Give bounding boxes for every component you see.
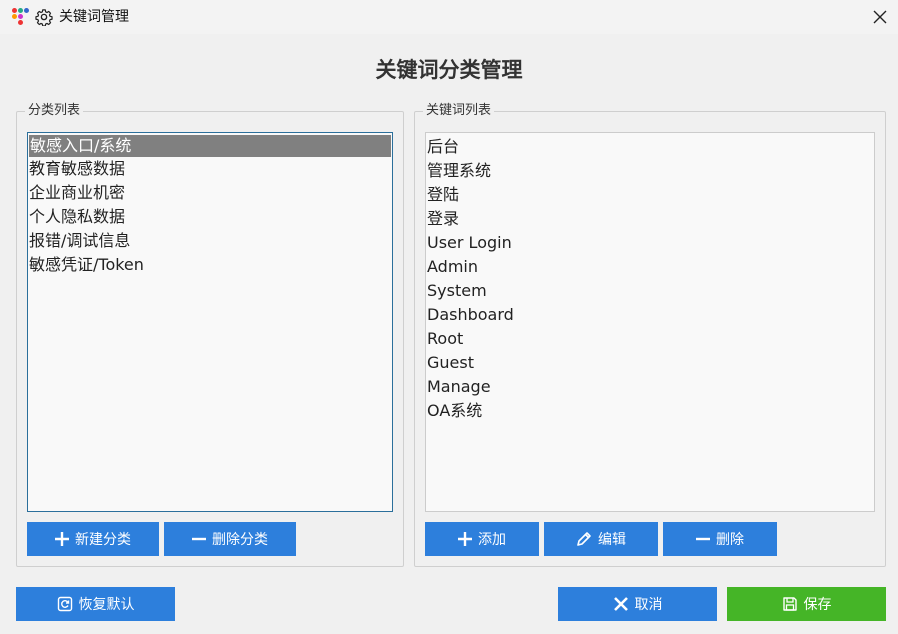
edit-keyword-label: 编辑 (598, 531, 626, 547)
keyword-list-item[interactable]: 后台 (426, 135, 874, 159)
delete-keyword-button[interactable]: 删除 (663, 522, 777, 556)
page-title: 关键词分类管理 (375, 58, 523, 82)
title-bar: 关键词管理 (0, 0, 898, 34)
keyword-list-item[interactable]: User Login (426, 231, 874, 255)
keyword-list-item[interactable]: 管理系统 (426, 159, 874, 183)
keyword-list-item[interactable]: 登陆 (426, 183, 874, 207)
category-list-item[interactable]: 敏感凭证/Token (28, 253, 392, 277)
add-keyword-button[interactable]: 添加 (425, 522, 539, 556)
minus-icon (696, 532, 710, 546)
keyword-list-item[interactable]: Root (426, 327, 874, 351)
cancel-label: 取消 (634, 596, 663, 612)
close-button[interactable] (866, 4, 894, 30)
plus-icon (458, 532, 472, 546)
restore-defaults-button[interactable]: 恢复默认 (16, 587, 175, 621)
delete-keyword-label: 删除 (716, 531, 744, 547)
restore-defaults-label: 恢复默认 (78, 596, 135, 612)
add-keyword-label: 添加 (478, 531, 506, 547)
pencil-icon (576, 531, 592, 547)
window-title: 关键词管理 (59, 9, 129, 25)
category-list-item[interactable]: 个人隐私数据 (28, 205, 392, 229)
app-logo-icon (12, 8, 30, 26)
keyword-list-item[interactable]: Guest (426, 351, 874, 375)
save-label: 保存 (803, 596, 832, 612)
category-group-legend: 分类列表 (25, 103, 84, 119)
keyword-list[interactable]: 后台 管理系统 登陆 登录 User Login Admin System Da… (425, 132, 875, 512)
category-list-item[interactable]: 报错/调试信息 (28, 229, 392, 253)
restore-icon (57, 596, 73, 612)
gear-icon (35, 9, 53, 26)
new-category-label: 新建分类 (75, 531, 131, 547)
edit-keyword-button[interactable]: 编辑 (544, 522, 658, 556)
close-icon (873, 10, 887, 24)
save-icon (782, 596, 798, 612)
keyword-list-item[interactable]: Manage (426, 375, 874, 399)
minus-icon (192, 532, 206, 546)
plus-icon (55, 532, 69, 546)
keyword-group-legend: 关键词列表 (423, 103, 495, 119)
new-category-button[interactable]: 新建分类 (27, 522, 159, 556)
keyword-list-item[interactable]: Dashboard (426, 303, 874, 327)
category-list-item[interactable]: 敏感入口/系统 (29, 135, 391, 157)
category-list-item[interactable]: 企业商业机密 (28, 181, 392, 205)
keyword-list-item[interactable]: System (426, 279, 874, 303)
delete-category-button[interactable]: 删除分类 (164, 522, 296, 556)
x-icon (613, 596, 629, 612)
save-button[interactable]: 保存 (727, 587, 886, 621)
delete-category-label: 删除分类 (212, 531, 268, 547)
keyword-list-item[interactable]: OA系统 (426, 399, 874, 423)
category-list-item[interactable]: 教育敏感数据 (28, 157, 392, 181)
category-list[interactable]: 敏感入口/系统 教育敏感数据 企业商业机密 个人隐私数据 报错/调试信息 敏感凭… (27, 132, 393, 512)
keyword-list-item[interactable]: 登录 (426, 207, 874, 231)
cancel-button[interactable]: 取消 (558, 587, 717, 621)
keyword-list-item[interactable]: Admin (426, 255, 874, 279)
